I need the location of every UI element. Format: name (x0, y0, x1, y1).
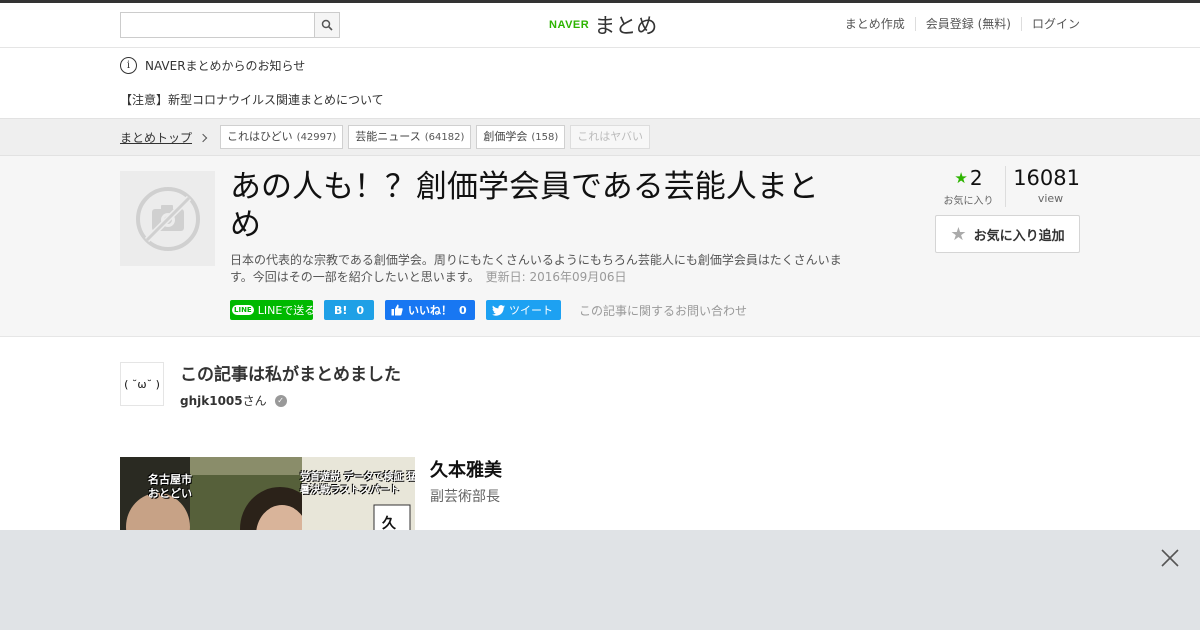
article-description: 日本の代表的な宗教である創価学会。周りにもたくさんいるようにもちろん芸能人にも創… (230, 252, 845, 286)
author-name-line: ghjk1005 さん ✓ (180, 392, 287, 409)
header-links: まとめ作成 会員登録 (無料) ログイン (835, 17, 1080, 31)
login-link[interactable]: ログイン (1020, 17, 1080, 31)
logo-brand: NAVER (549, 19, 590, 31)
no-image-icon (135, 186, 200, 251)
close-icon[interactable] (1160, 548, 1180, 568)
favorite-count: ★ 2 お気に入り (936, 166, 1006, 207)
author-name[interactable]: ghjk1005 (180, 394, 243, 408)
add-favorite-button[interactable]: ★ お気に入り追加 (935, 215, 1080, 253)
notice-item-link[interactable]: 【注意】新型コロナウイルス関連まとめについて (120, 91, 384, 108)
notice-header: i NAVERまとめからのお知らせ (120, 57, 305, 74)
view-count-label: view (1037, 192, 1064, 205)
facebook-like-label: いいね！ (408, 304, 452, 317)
author-suffix: さん (242, 394, 267, 408)
line-icon: LINE (232, 305, 254, 315)
star-icon: ★ (950, 223, 967, 245)
tweet-label: ツイート (509, 304, 553, 317)
article-thumbnail (120, 171, 215, 266)
tag-label: これはヤバい (577, 130, 644, 143)
add-favorite-label: お気に入り追加 (973, 228, 1065, 244)
notice-label: NAVERまとめからのお知らせ (145, 59, 306, 73)
star-icon: ★ (954, 169, 968, 187)
image-caption-top: 党首遊説 データで検証 猛暑決戦ラストスパート (300, 472, 415, 496)
article-header: あの人も！？創価学会員である芸能人まとめ 日本の代表的な宗教である創価学会。周り… (0, 156, 1200, 337)
facebook-like-count: 0 (459, 303, 467, 317)
top-header: NAVER まとめ まとめ作成 会員登録 (無料) ログイン (0, 0, 1200, 48)
contact-link[interactable]: この記事に関するお問い合わせ (579, 302, 747, 319)
view-count-value: 16081 (1013, 166, 1080, 190)
site-logo[interactable]: NAVER まとめ (549, 12, 657, 38)
article-stats: ★ 2 お気に入り 16081 view (936, 166, 1080, 207)
tag-label: 創価学会 (483, 130, 528, 143)
tag-item[interactable]: 創価学会 (158) (476, 125, 566, 149)
search-icon (321, 19, 333, 31)
breadcrumb-top[interactable]: まとめトップ (120, 129, 192, 146)
updated-date: 更新日: 2016年09月06日 (485, 270, 627, 284)
item-image[interactable]: 名古屋市 おとどい 党首遊説 データで検証 猛暑決戦ラストスパート 久 (120, 457, 415, 537)
thumbs-up-icon (391, 304, 403, 316)
category-bar: まとめトップ これはひどい (42997) 芸能ニュース (64182) 創価学会(… (0, 118, 1200, 156)
tag-item[interactable]: これはひどい (42997) (220, 125, 344, 149)
hatena-icon: B! (334, 303, 348, 317)
logo-text: まとめ (594, 14, 658, 38)
twitter-bird-icon (492, 304, 505, 316)
hatena-bookmark-button[interactable]: B! 0 (324, 300, 374, 320)
register-link[interactable]: 会員登録 (無料) (914, 17, 1021, 31)
chevron-right-icon (198, 133, 208, 142)
item-role: 副芸術部長 (430, 489, 500, 505)
tag-list: これはひどい (42997) 芸能ニュース (64182) 創価学会 (158) これ… (220, 125, 655, 149)
search-box (120, 12, 340, 38)
author-heading: この記事は私がまとめました (180, 365, 401, 385)
view-count: 16081 view (1006, 166, 1080, 207)
avatar[interactable]: ( ˘ω˘ ) (120, 362, 164, 406)
line-share-button[interactable]: LINE LINEで送る (230, 300, 316, 320)
tag-item[interactable]: これはヤバい (570, 125, 651, 149)
tweet-button[interactable]: ツイート (486, 300, 561, 320)
info-icon: i (120, 57, 137, 74)
search-input[interactable] (121, 13, 315, 37)
verified-icon: ✓ (274, 394, 287, 407)
tag-label: これはひどい (227, 130, 293, 143)
tag-count: (158) (531, 132, 559, 143)
favorite-count-label: お気に入り (943, 196, 994, 207)
article-title: あの人も！？創価学会員である芸能人まとめ (230, 169, 819, 243)
image-caption-left: 名古屋市 おとどい (148, 473, 192, 500)
tag-label: 芸能ニュース (355, 130, 421, 143)
item-name: 久本雅美 (430, 460, 502, 481)
line-share-label: LINEで送る (257, 304, 316, 317)
hatena-count: 0 (356, 303, 365, 317)
search-button[interactable] (314, 13, 339, 37)
share-bar: LINE LINEで送る B! 0 いいね！ 0 ツイート この記事に関するお問… (230, 300, 747, 320)
ad-overlay (0, 530, 1200, 630)
tag-item[interactable]: 芸能ニュース (64182) (348, 125, 472, 149)
facebook-like-button[interactable]: いいね！ 0 (385, 300, 475, 320)
tag-count: (42997) (296, 132, 337, 143)
breadcrumb[interactable]: まとめトップ (120, 129, 208, 146)
favorite-count-value: 2 (969, 166, 983, 190)
tag-count: (64182) (424, 132, 465, 143)
create-matome-link[interactable]: まとめ作成 (835, 17, 915, 31)
